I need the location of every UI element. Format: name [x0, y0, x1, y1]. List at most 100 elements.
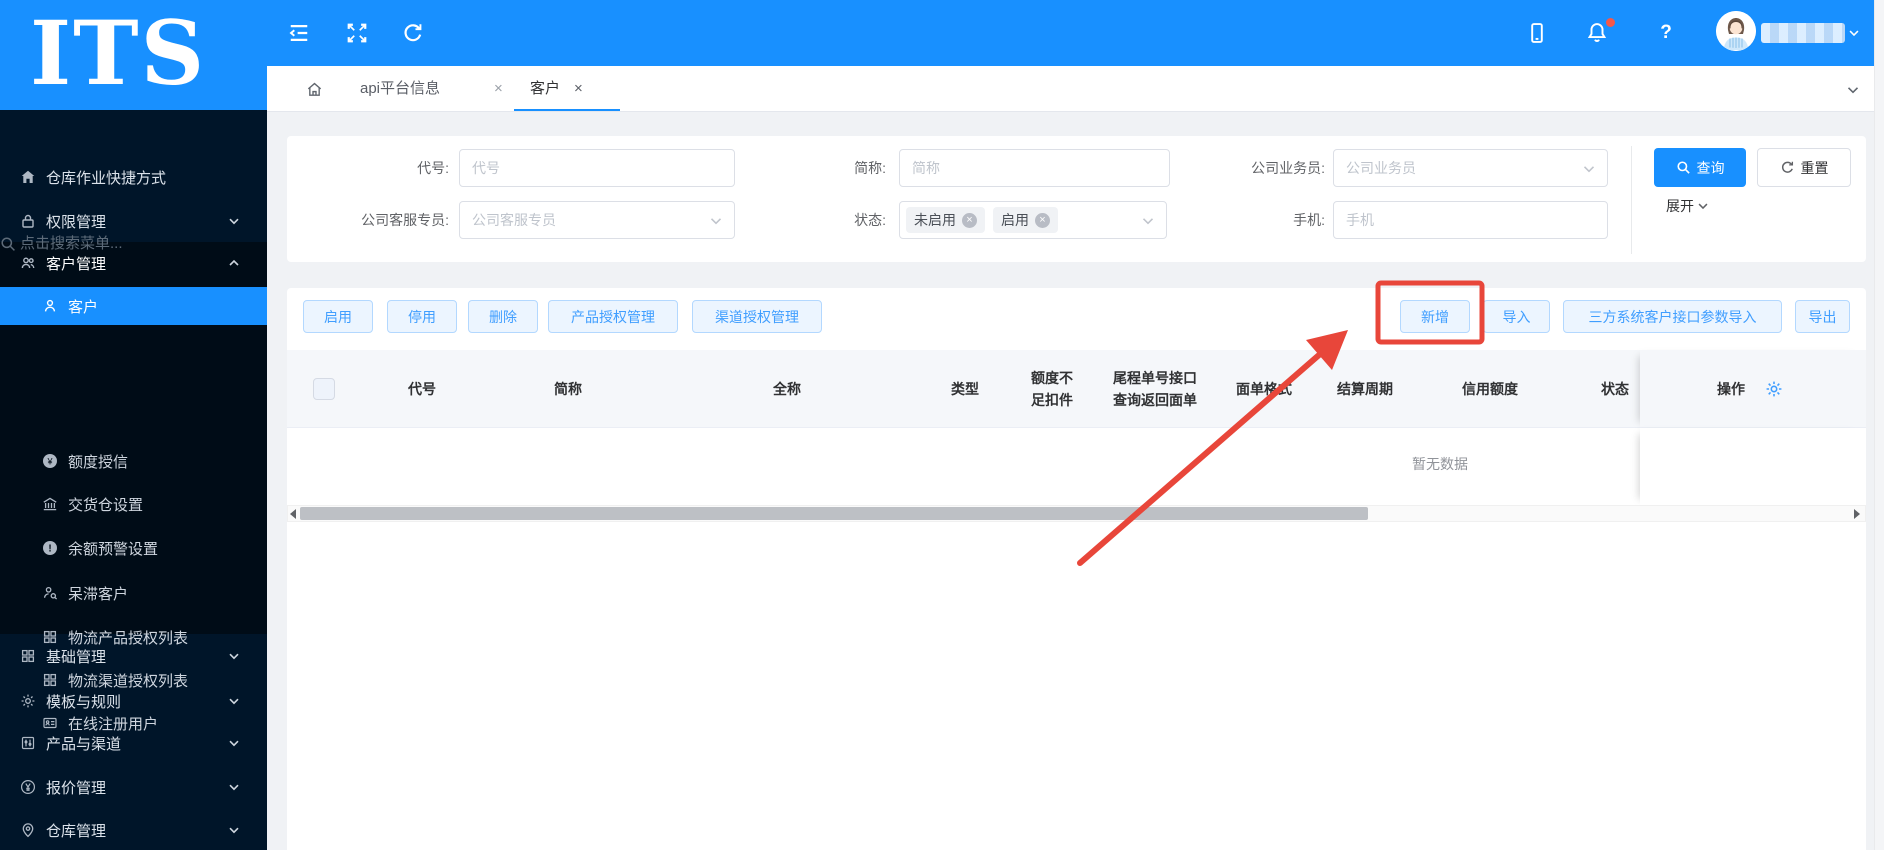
delete-button[interactable]: 删除	[468, 300, 538, 333]
close-icon[interactable]: ×	[574, 66, 583, 112]
short-name-input[interactable]	[899, 149, 1170, 187]
scroll-left-arrow-icon[interactable]	[290, 509, 296, 519]
app-logo: ITS	[0, 0, 267, 110]
yen-circle-outline-icon	[20, 779, 36, 795]
user-name-masked[interactable]	[1761, 23, 1845, 43]
user-search-icon	[42, 585, 58, 601]
salesperson-select[interactable]: 公司业务员	[1333, 149, 1608, 187]
sidebar-item-label: 权限管理	[46, 213, 107, 231]
help-icon[interactable]: ?	[1655, 22, 1677, 44]
mobile-input[interactable]	[1333, 201, 1608, 239]
status-tag: 未启用 ×	[906, 207, 985, 233]
chevron-down-icon	[1696, 199, 1710, 213]
sidebar-item-label: 报价管理	[46, 779, 107, 797]
tabbar-overflow-chevron-down-icon[interactable]	[1845, 82, 1861, 98]
query-button-label: 查询	[1696, 159, 1725, 176]
close-icon[interactable]: ×	[494, 66, 503, 112]
horizontal-scrollbar-thumb[interactable]	[300, 507, 1368, 520]
tag-close-icon[interactable]: ×	[962, 212, 977, 228]
expand-label: 展开	[1666, 198, 1694, 214]
col-header-quota: 额度不 足扣件	[1031, 369, 1073, 408]
import-button[interactable]: 导入	[1483, 300, 1550, 333]
third-party-import-button[interactable]: 三方系统客户接口参数导入	[1563, 300, 1782, 333]
chevron-down-icon	[226, 822, 242, 838]
sidebar-item-label: 呆滞客户	[68, 585, 129, 603]
mobile-icon[interactable]	[1526, 22, 1548, 44]
col-header-type: 类型	[951, 380, 979, 397]
product-auth-button[interactable]: 产品授权管理	[548, 300, 678, 333]
select-all-checkbox[interactable]	[313, 378, 335, 400]
location-pin-icon	[20, 822, 36, 838]
filter-divider	[1631, 146, 1632, 254]
chevron-down-icon	[226, 693, 242, 709]
status-tag-label: 启用	[1001, 212, 1029, 228]
select-placeholder: 公司业务员	[1346, 160, 1416, 176]
bell-icon[interactable]	[1586, 21, 1608, 43]
col-header-code: 代号	[408, 380, 436, 397]
sidebar: 点击搜索菜单... 仓库作业快捷方式 权限管理 客户管理 客户 ¥ 额度授信 交…	[0, 110, 267, 850]
expand-toggle[interactable]: 展开	[1666, 196, 1710, 216]
add-button[interactable]: 新增	[1400, 300, 1470, 333]
chevron-up-icon	[226, 255, 242, 271]
tab-customer[interactable]: 客户	[530, 66, 560, 112]
sidebar-item-warehouse-shortcuts[interactable]: 仓库作业快捷方式	[0, 155, 267, 199]
sidebar-item-products-channels[interactable]: 产品与渠道	[0, 721, 267, 765]
home-icon	[20, 169, 36, 185]
export-button[interactable]: 导出	[1795, 300, 1850, 333]
table-card: 启用 停用 删除 产品授权管理 渠道授权管理 新增 导入 三方系统客户接口参数导…	[287, 288, 1866, 850]
fixed-action-column-header	[1640, 350, 1866, 428]
column-settings-gear-icon[interactable]	[1765, 380, 1783, 398]
sidebar-item-customer-management[interactable]: 客户管理	[0, 241, 267, 285]
sidebar-item-inactive-customer[interactable]	[0, 471, 267, 515]
sidebar-item-permissions[interactable]: 权限管理	[0, 199, 267, 243]
select-placeholder: 公司客服专员	[472, 212, 556, 228]
reset-button[interactable]: 重置	[1757, 148, 1851, 187]
sidebar-item-inactive-customers[interactable]: 呆滞客户	[0, 571, 267, 615]
avatar[interactable]	[1716, 11, 1756, 51]
sidebar-item-templates-rules[interactable]: 模板与规则	[0, 679, 267, 723]
col-header-full-name: 全称	[773, 380, 801, 397]
sidebar-item-quotation-management[interactable]: 报价管理	[0, 765, 267, 809]
tag-close-icon[interactable]: ×	[1035, 212, 1050, 228]
active-tab-underline	[514, 109, 620, 111]
col-header-settlement-cycle: 结算周期	[1337, 380, 1393, 397]
notification-dot	[1606, 18, 1615, 27]
sidebar-item-label: 模板与规则	[46, 693, 122, 711]
col-header-lastmile-api: 尾程单号接口 查询返回面单	[1113, 369, 1197, 408]
sidebar-item-label: 仓库作业快捷方式	[46, 169, 167, 187]
col-header-credit-limit: 信用额度	[1462, 380, 1518, 397]
scroll-right-arrow-icon[interactable]	[1854, 509, 1860, 519]
code-input[interactable]	[459, 149, 735, 187]
page-vertical-scrollbar[interactable]	[1874, 0, 1884, 850]
status-multiselect[interactable]: 未启用 × 启用 ×	[899, 201, 1167, 239]
yen-circle-icon: ¥	[42, 453, 58, 469]
query-button[interactable]: 查询	[1654, 148, 1746, 187]
enable-button[interactable]: 启用	[303, 300, 373, 333]
status-tag-label: 未启用	[914, 212, 956, 228]
reload-icon[interactable]	[402, 22, 424, 44]
search-icon	[1676, 160, 1691, 175]
sidebar-item-basic-management[interactable]: 基础管理	[0, 634, 267, 678]
chevron-down-icon	[708, 213, 724, 229]
fixed-action-column-body	[1640, 428, 1866, 505]
reset-icon	[1780, 160, 1795, 175]
user-menu-chevron-down-icon[interactable]	[1847, 26, 1861, 40]
sidebar-item-balance-warning[interactable]: ! 余额预警设置	[0, 526, 267, 570]
sidebar-item-customer[interactable]: 客户	[0, 287, 267, 325]
reset-button-label: 重置	[1800, 159, 1829, 176]
home-icon[interactable]	[306, 81, 323, 98]
col-header-action: 操作	[1717, 380, 1745, 397]
chevron-down-icon	[1581, 161, 1597, 177]
field-label-status: 状态:	[854, 212, 886, 228]
menu-fold-icon[interactable]	[288, 22, 310, 44]
fullscreen-icon[interactable]	[346, 22, 368, 44]
col-header-short-name: 简称	[554, 380, 582, 397]
tab-api-platform[interactable]: api平台信息	[360, 66, 440, 112]
svg-text:!: !	[48, 544, 51, 555]
cs-specialist-select[interactable]: 公司客服专员	[459, 201, 735, 239]
channel-auth-button[interactable]: 渠道授权管理	[692, 300, 822, 333]
disable-button[interactable]: 停用	[387, 300, 457, 333]
field-label-cs-specialist: 公司客服专员:	[361, 212, 449, 228]
field-label-mobile: 手机:	[1293, 212, 1325, 228]
sidebar-item-warehouse-management[interactable]: 仓库管理	[0, 808, 267, 850]
